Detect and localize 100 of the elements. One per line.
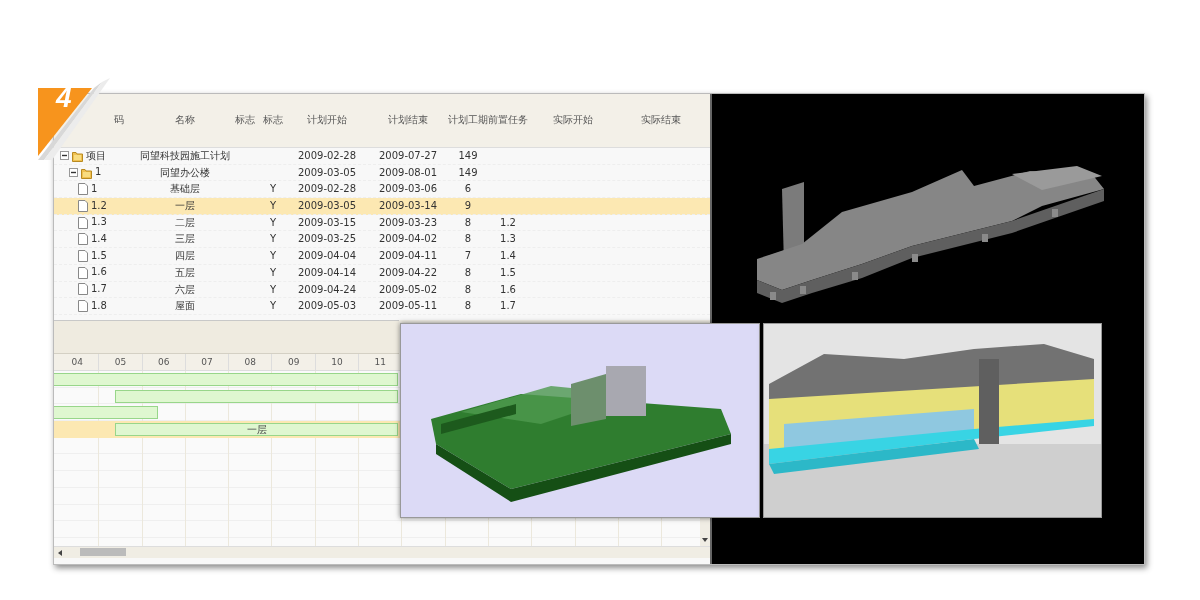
task-bar[interactable]: 一层 bbox=[115, 423, 398, 437]
date-cell: 2009-03-06 bbox=[378, 183, 438, 195]
flag-cell: Y bbox=[269, 183, 277, 195]
date-cell: 2009-03-23 bbox=[378, 216, 438, 228]
task-bar[interactable] bbox=[54, 406, 159, 420]
column-header[interactable]: 实际开始 bbox=[553, 114, 593, 125]
date-cell: 2009-03-05 bbox=[297, 200, 357, 212]
column-header[interactable]: 计划工期 bbox=[448, 114, 488, 125]
scrollbar-thumb[interactable] bbox=[80, 548, 126, 556]
predecessor-cell: 1.4 bbox=[500, 250, 516, 262]
column-header[interactable]: 计划开始 bbox=[307, 114, 347, 125]
duration-cell: 9 bbox=[464, 200, 472, 212]
date-cell: 2009-02-28 bbox=[297, 150, 357, 161]
predecessor-cell: 1.3 bbox=[500, 233, 516, 245]
date-cell: 2009-05-11 bbox=[378, 300, 438, 312]
document-icon bbox=[78, 233, 88, 246]
task-code: 1.6 bbox=[91, 265, 107, 280]
document-icon bbox=[78, 266, 88, 279]
date-cell: 2009-05-03 bbox=[297, 300, 357, 312]
horizontal-scrollbar[interactable] bbox=[54, 546, 710, 558]
down-arrow-icon[interactable] bbox=[702, 538, 708, 542]
task-name: 屋面 bbox=[175, 300, 195, 312]
document-icon bbox=[78, 216, 88, 229]
duration-cell: 6 bbox=[464, 183, 472, 195]
task-row[interactable]: 1 同望办公楼 2009-03-05 2009-08-01 149 bbox=[54, 164, 710, 182]
date-cell: 2009-04-02 bbox=[378, 233, 438, 245]
timescale-label: 05 bbox=[99, 354, 143, 370]
timescale-label: 08 bbox=[229, 354, 273, 370]
timescale-label: 10 bbox=[315, 354, 360, 370]
duration-cell: 149 bbox=[458, 150, 478, 161]
timescale-label: 09 bbox=[272, 354, 316, 370]
column-header[interactable]: 前置任务 bbox=[488, 114, 528, 125]
date-cell: 2009-03-05 bbox=[297, 166, 357, 178]
predecessor-cell: 1.7 bbox=[500, 300, 516, 312]
task-name: 五层 bbox=[175, 266, 195, 278]
column-header[interactable]: 标志 bbox=[263, 114, 283, 125]
collapse-icon[interactable] bbox=[69, 168, 78, 178]
task-row[interactable]: 1.6 五层 Y 2009-04-14 2009-04-22 8 1.5 bbox=[54, 264, 710, 282]
date-cell: 2009-02-28 bbox=[297, 183, 357, 195]
task-code: 1.3 bbox=[91, 215, 107, 230]
flag-cell: Y bbox=[269, 200, 277, 212]
flag-cell: Y bbox=[269, 216, 277, 228]
column-header[interactable]: 码 bbox=[114, 114, 124, 125]
task-name: 六层 bbox=[175, 283, 195, 295]
document-icon bbox=[78, 283, 88, 296]
date-cell: 2009-08-01 bbox=[378, 166, 438, 178]
duration-cell: 7 bbox=[464, 250, 472, 262]
date-cell: 2009-04-11 bbox=[378, 250, 438, 262]
date-cell: 2009-03-15 bbox=[297, 216, 357, 228]
date-cell: 2009-04-22 bbox=[378, 266, 438, 278]
date-cell: 2009-05-02 bbox=[378, 283, 438, 295]
task-row[interactable]: 1.5 四层 Y 2009-04-04 2009-04-11 7 1.4 bbox=[54, 248, 710, 265]
task-code: 1.4 bbox=[91, 231, 107, 246]
task-name: 二层 bbox=[175, 216, 195, 228]
date-cell: 2009-03-14 bbox=[378, 200, 438, 212]
task-name: 三层 bbox=[175, 233, 195, 245]
task-name: 同望办公楼 bbox=[160, 166, 210, 178]
task-row[interactable]: 1.4 三层 Y 2009-03-25 2009-04-02 8 1.3 bbox=[54, 231, 710, 249]
task-code: 项目 bbox=[86, 148, 106, 163]
bar-label: 一层 bbox=[246, 424, 267, 436]
duration-cell: 8 bbox=[464, 216, 472, 228]
timescale-label: 04 bbox=[56, 354, 100, 370]
document-icon bbox=[78, 183, 88, 196]
left-arrow-icon[interactable] bbox=[58, 550, 62, 556]
task-code: 1.2 bbox=[91, 198, 107, 213]
flag-cell: Y bbox=[269, 250, 277, 262]
date-cell: 2009-04-14 bbox=[297, 266, 357, 278]
column-header[interactable]: 实际结束 bbox=[641, 114, 681, 125]
flag-cell: Y bbox=[269, 266, 277, 278]
task-row[interactable]: 1.8 屋面 Y 2009-05-03 2009-05-11 8 1.7 bbox=[54, 298, 710, 315]
task-code: 1 bbox=[95, 165, 102, 180]
task-row[interactable]: 1.3 二层 Y 2009-03-15 2009-03-23 8 1.2 bbox=[54, 214, 710, 232]
document-icon bbox=[78, 199, 88, 212]
task-code: 1.8 bbox=[91, 298, 107, 313]
duration-cell: 8 bbox=[464, 283, 472, 295]
task-bar[interactable] bbox=[115, 389, 398, 403]
date-cell: 2009-03-25 bbox=[297, 233, 357, 245]
column-header[interactable]: 计划结束 bbox=[388, 114, 428, 125]
column-header[interactable]: 标志 bbox=[235, 114, 255, 125]
splitter-bar[interactable] bbox=[54, 320, 399, 354]
task-code: 1.5 bbox=[91, 248, 107, 263]
duration-cell: 8 bbox=[464, 266, 472, 278]
duration-cell: 149 bbox=[458, 166, 478, 178]
step-number: 4 bbox=[56, 84, 72, 112]
task-name: 基础层 bbox=[170, 183, 200, 195]
flag-cell: Y bbox=[269, 283, 277, 295]
folder-icon bbox=[72, 149, 83, 162]
date-cell: 2009-04-24 bbox=[297, 283, 357, 295]
column-header[interactable]: 名称 bbox=[175, 114, 195, 125]
duration-cell: 8 bbox=[464, 300, 472, 312]
task-bar[interactable] bbox=[54, 373, 398, 386]
task-code: 1 bbox=[91, 181, 98, 196]
predecessor-cell: 1.2 bbox=[500, 216, 516, 228]
timescale-label: 07 bbox=[185, 354, 230, 370]
task-name: 四层 bbox=[175, 250, 195, 262]
task-row[interactable]: 1.7 六层 Y 2009-04-24 2009-05-02 8 1.6 bbox=[54, 281, 710, 299]
predecessor-cell: 1.5 bbox=[500, 266, 516, 278]
task-row[interactable]: 1.2 一层 Y 2009-03-05 2009-03-14 9 bbox=[54, 198, 710, 215]
predecessor-cell: 1.6 bbox=[500, 283, 516, 295]
collapse-icon[interactable] bbox=[60, 151, 69, 161]
